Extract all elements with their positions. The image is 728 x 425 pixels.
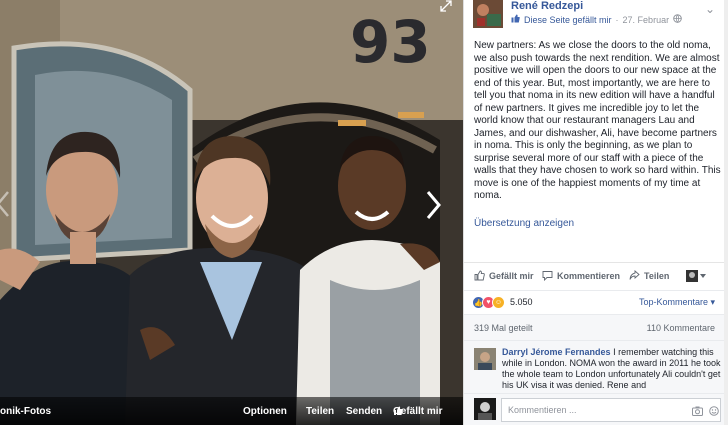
like-label: Gefällt mir bbox=[489, 270, 534, 281]
reaction-count: 5.050 bbox=[510, 297, 533, 307]
reactions-summary[interactable]: 👍 ♥ ☺ 5.050 Top-Kommentare ▾ bbox=[464, 290, 728, 314]
comment-input[interactable]: Kommentieren ... bbox=[501, 398, 721, 422]
comment-composer: Kommentieren ... bbox=[464, 393, 728, 425]
thumbs-up-icon bbox=[474, 270, 485, 281]
chevron-left-icon bbox=[0, 191, 9, 217]
photo-action-bar: onik-Fotos Optionen Teilen Senden Gefäll… bbox=[0, 397, 463, 425]
post-meta: Diese Seite gefällt mir · 27. Februar bbox=[511, 14, 682, 25]
share-post-button[interactable]: Teilen bbox=[629, 270, 669, 281]
like-button[interactable]: Gefällt mir bbox=[474, 270, 534, 281]
thumbs-up-icon bbox=[394, 406, 403, 415]
page-like-link[interactable]: Diese Seite gefällt mir bbox=[524, 15, 612, 25]
next-photo-button[interactable] bbox=[425, 190, 449, 224]
panel-scrollbar[interactable] bbox=[724, 0, 728, 425]
meta-separator: · bbox=[615, 14, 619, 25]
post-stats: 319 Mal geteilt 110 Kommentare bbox=[464, 314, 728, 340]
building-number: 93 bbox=[350, 8, 431, 76]
author-name[interactable]: René Redzepi bbox=[511, 0, 583, 12]
photo-like-button[interactable]: Gefällt mir bbox=[393, 406, 442, 417]
react-as-selector[interactable] bbox=[686, 270, 706, 282]
camera-icon[interactable] bbox=[692, 403, 703, 421]
photo-scene: 93 bbox=[0, 0, 463, 425]
post-detail-panel: René Redzepi Diese Seite gefällt mir · 2… bbox=[463, 0, 728, 425]
post-body: New partners: As we close the doors to t… bbox=[474, 40, 721, 201]
post-date[interactable]: 27. Februar bbox=[623, 15, 670, 25]
comment-item: Darryl Jérome Fernandes I remember watch… bbox=[464, 340, 728, 393]
share-label: Teilen bbox=[644, 270, 670, 281]
post-action-bar: Gefällt mir Kommentieren Teilen bbox=[464, 262, 728, 292]
page-like-icon bbox=[511, 14, 520, 25]
previous-photo-button[interactable] bbox=[0, 190, 20, 224]
post-photo[interactable]: 93 onik-Fotos Optionen Teilen Senden Gef… bbox=[0, 0, 463, 425]
more-options-icon[interactable]: ⌄ bbox=[705, 2, 715, 16]
chevron-right-icon bbox=[426, 191, 441, 219]
comment-sort-dropdown[interactable]: Top-Kommentare ▾ bbox=[639, 297, 715, 308]
comment-content: Darryl Jérome Fernandes I remember watch… bbox=[502, 347, 724, 391]
expand-icon[interactable] bbox=[440, 0, 452, 12]
send-button[interactable]: Senden bbox=[346, 406, 382, 417]
commenter-avatar[interactable] bbox=[474, 348, 496, 370]
options-button[interactable]: Optionen bbox=[243, 406, 287, 417]
commenter-name[interactable]: Darryl Jérome Fernandes bbox=[502, 347, 611, 357]
share-count-link[interactable]: 319 Mal geteilt bbox=[474, 323, 533, 333]
globe-icon bbox=[673, 14, 682, 25]
my-avatar bbox=[474, 398, 496, 420]
haha-reaction-icon: ☺ bbox=[492, 296, 505, 309]
share-button[interactable]: Teilen bbox=[306, 406, 334, 417]
comment-label: Kommentieren bbox=[557, 270, 621, 281]
comment-button[interactable]: Kommentieren bbox=[542, 270, 620, 281]
translate-link[interactable]: Übersetzung anzeigen bbox=[474, 218, 574, 229]
emoji-icon[interactable] bbox=[709, 403, 719, 421]
profile-selector-icon bbox=[686, 270, 706, 282]
post-header: René Redzepi Diese Seite gefällt mir · 2… bbox=[473, 0, 723, 32]
album-link[interactable]: onik-Fotos bbox=[0, 406, 51, 417]
comment-count-link[interactable]: 110 Kommentare bbox=[647, 323, 715, 333]
author-avatar[interactable] bbox=[473, 0, 503, 28]
share-icon bbox=[629, 270, 640, 280]
comment-icon bbox=[542, 271, 553, 281]
